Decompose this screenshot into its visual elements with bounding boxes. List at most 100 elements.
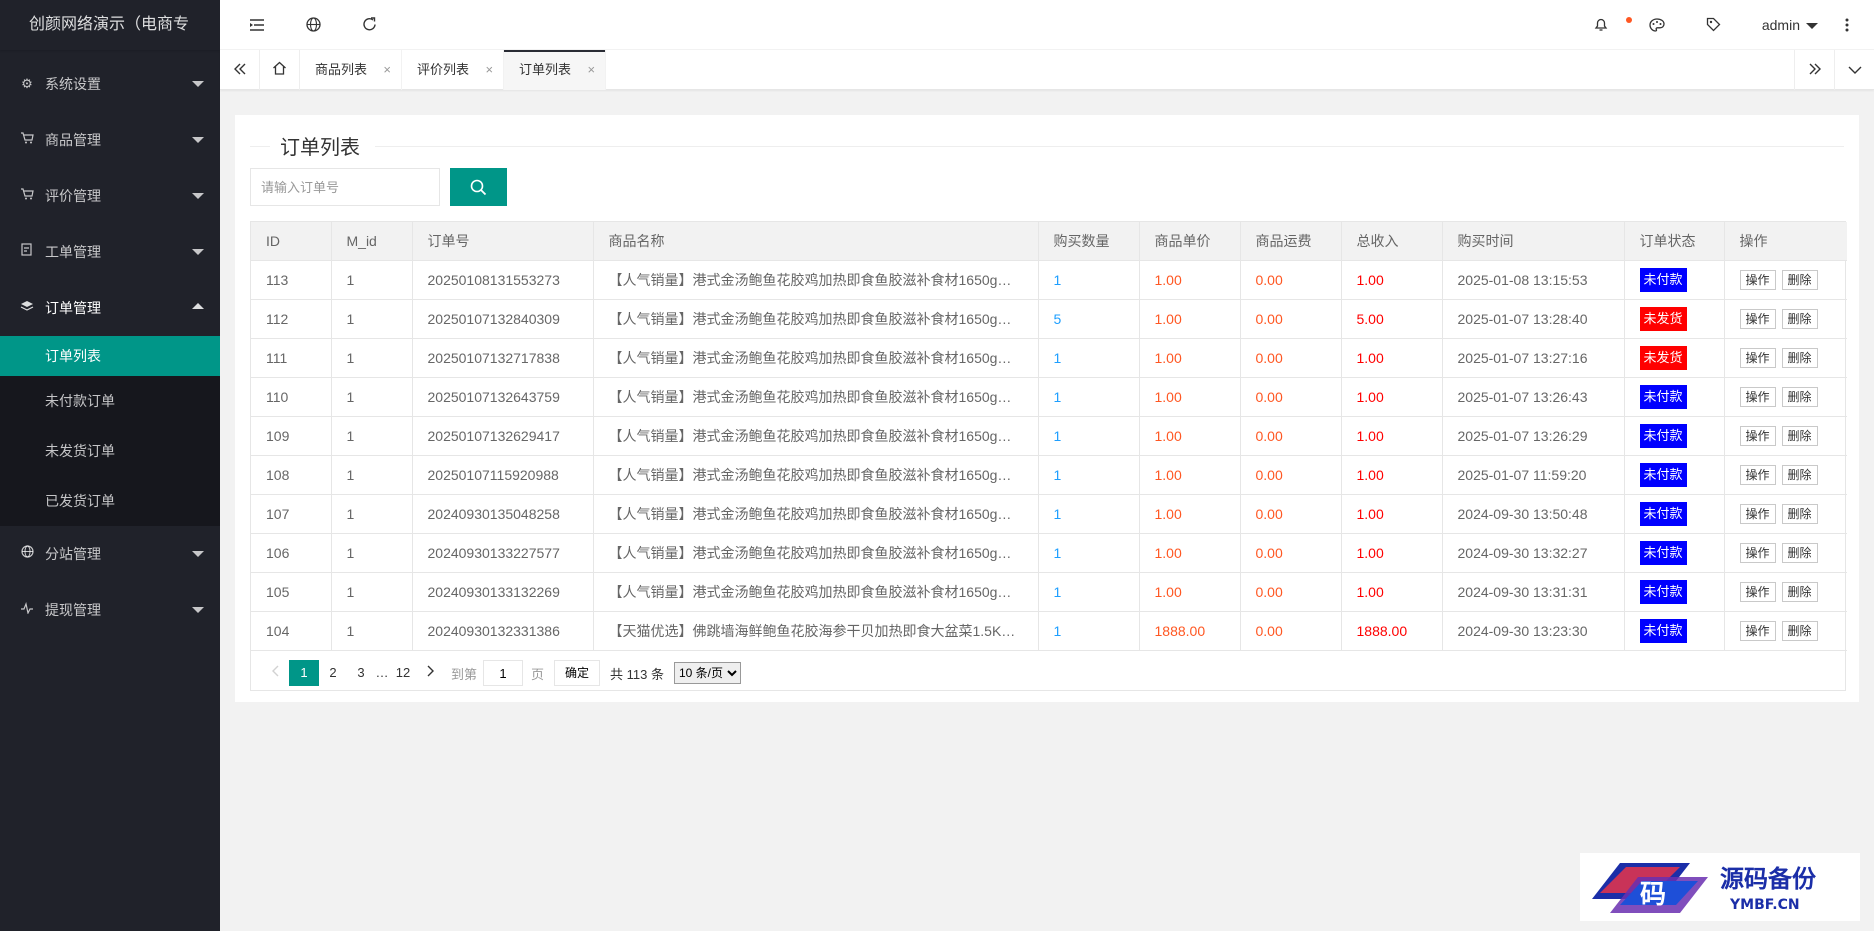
watermark-site: YMBF.CN (1729, 897, 1800, 913)
subnav-unpaid-orders[interactable]: 未付款订单 (0, 376, 220, 426)
watermark-title: 源码备份 (1720, 865, 1817, 893)
sidebar-item-substation-management[interactable]: 分站管理 (0, 526, 220, 582)
top-header: admin (220, 0, 1874, 50)
layers-icon (19, 280, 35, 336)
delete-button[interactable]: 删除 (1781, 308, 1818, 329)
delete-button[interactable]: 删除 (1781, 347, 1818, 368)
edit-button[interactable]: 操作 (1739, 620, 1776, 641)
table-row[interactable]: 110 1 20250107132643759 【人气销量】港式金汤鲍鱼花胶鸡加热即食… (251, 377, 1847, 417)
subnav-order-list[interactable]: 订单列表 (0, 336, 220, 376)
palette-icon[interactable] (1642, 0, 1672, 50)
tag-icon[interactable] (1698, 0, 1728, 50)
prev-page-icon[interactable] (261, 660, 289, 686)
tab-product-list[interactable]: 商品列表 × (300, 50, 403, 90)
close-icon[interactable]: × (587, 50, 595, 90)
table-header-row: ID M_id 订单号 商品名称 购买数量 商品单价 商品运费 总收入 购买时间 订单状态 操作 (251, 222, 1847, 261)
delete-button[interactable]: 删除 (1781, 464, 1818, 485)
search-button[interactable] (450, 168, 507, 206)
cell-actions: 操作 删除 (1724, 416, 1847, 456)
edit-button[interactable]: 操作 (1739, 308, 1776, 329)
tab-review-list[interactable]: 评价列表 × (402, 50, 505, 90)
cell-status: 未付款 (1624, 416, 1725, 456)
cell-time: 2024-09-30 13:31:31 (1442, 572, 1625, 612)
refresh-icon[interactable] (354, 0, 384, 50)
page-size-select[interactable]: 10 条/页 (674, 662, 741, 684)
delete-button[interactable]: 删除 (1781, 386, 1818, 407)
edit-button[interactable]: 操作 (1739, 503, 1776, 524)
sidebar-item-review-management[interactable]: 评价管理 (0, 168, 220, 224)
edit-button[interactable]: 操作 (1739, 425, 1776, 446)
edit-button[interactable]: 操作 (1739, 347, 1776, 368)
delete-button[interactable]: 删除 (1781, 542, 1818, 563)
page-2[interactable]: 2 (319, 660, 347, 686)
next-page-icon[interactable] (417, 660, 445, 686)
page-12[interactable]: 12 (389, 660, 417, 686)
chevron-down-icon (192, 249, 204, 255)
order-number-search-input[interactable] (250, 168, 440, 206)
table-row[interactable]: 107 1 20240930135048258 【人气销量】港式金汤鲍鱼花胶鸡加热即食… (251, 494, 1847, 534)
table-row[interactable]: 112 1 20250107132840309 【人气销量】港式金汤鲍鱼花胶鸡加热即食… (251, 299, 1847, 339)
cell-total: 1.00 (1341, 494, 1443, 534)
table-row[interactable]: 111 1 20250107132717838 【人气销量】港式金汤鲍鱼花胶鸡加热即食… (251, 338, 1847, 378)
subnav-unshipped-orders[interactable]: 未发货订单 (0, 426, 220, 476)
sidebar-item-product-management[interactable]: 商品管理 (0, 112, 220, 168)
table-row[interactable]: 106 1 20240930133227577 【人气销量】港式金汤鲍鱼花胶鸡加热即食… (251, 533, 1847, 573)
edit-button[interactable]: 操作 (1739, 269, 1776, 290)
column-header: ID (251, 222, 332, 261)
subnav-shipped-orders[interactable]: 已发货订单 (0, 476, 220, 526)
table-row[interactable]: 113 1 20250108131553273 【人气销量】港式金汤鲍鱼花胶鸡加热即食… (251, 260, 1847, 300)
cell-price: 1.00 (1139, 416, 1241, 456)
bell-icon[interactable] (1586, 0, 1616, 50)
column-header: 商品运费 (1240, 222, 1342, 261)
table-row[interactable]: 109 1 20250107132629417 【人气销量】港式金汤鲍鱼花胶鸡加热即食… (251, 416, 1847, 456)
content-card: 订单列表 IDM_id订单号商品名称购买数量商品单价商品运费总收入购买时间订单状… (235, 115, 1859, 702)
cell-mid: 1 (331, 377, 413, 417)
watermark-glyph: 码 (1640, 880, 1666, 910)
globe-icon[interactable] (298, 0, 328, 50)
sidebar-item-withdraw-management[interactable]: 提现管理 (0, 582, 220, 638)
edit-button[interactable]: 操作 (1739, 542, 1776, 563)
goto-page-input[interactable] (483, 660, 524, 686)
cell-qty: 1 (1038, 455, 1140, 495)
tabs-menu-chevron-down-icon[interactable] (1834, 50, 1874, 90)
delete-button[interactable]: 删除 (1781, 503, 1818, 524)
tabs-scroll-left-icon[interactable] (220, 50, 260, 90)
table-row[interactable]: 105 1 20240930133132269 【人气销量】港式金汤鲍鱼花胶鸡加热即食… (251, 572, 1847, 612)
more-vertical-icon[interactable] (1832, 0, 1862, 50)
cell-total: 1.00 (1341, 377, 1443, 417)
edit-button[interactable]: 操作 (1739, 581, 1776, 602)
order-subnav: 订单列表 未付款订单 未发货订单 已发货订单 (0, 336, 220, 526)
page-3[interactable]: 3 (347, 660, 375, 686)
cell-time: 2024-09-30 13:50:48 (1442, 494, 1625, 534)
home-icon[interactable] (260, 50, 300, 90)
sidebar: 创颜网络演示（电商专 ⚙ 系统设置 商品管理 评价管理 工单管理 订单管理 订单… (0, 0, 220, 931)
cell-time: 2024-09-30 13:32:27 (1442, 533, 1625, 573)
tabs-scroll-right-icon[interactable] (1794, 50, 1834, 90)
tab-order-list[interactable]: 订单列表 × (504, 50, 607, 90)
edit-button[interactable]: 操作 (1739, 386, 1776, 407)
sidebar-item-system-settings[interactable]: ⚙ 系统设置 (0, 56, 220, 112)
table-row[interactable]: 108 1 20250107115920988 【人气销量】港式金汤鲍鱼花胶鸡加热即食… (251, 455, 1847, 495)
user-menu[interactable]: admin (1762, 0, 1818, 50)
menu-toggle-icon[interactable] (242, 0, 272, 50)
close-icon[interactable]: × (383, 50, 391, 90)
edit-button[interactable]: 操作 (1739, 464, 1776, 485)
close-icon[interactable]: × (485, 50, 493, 90)
cell-shipping: 0.00 (1240, 260, 1342, 300)
pagination: 1 2 3 … 12 到第 页 确定 共 113 条 10 条/页 (251, 655, 1845, 691)
cell-id: 110 (251, 377, 332, 417)
delete-button[interactable]: 删除 (1781, 269, 1818, 290)
page-1[interactable]: 1 (289, 660, 319, 686)
table-row[interactable]: 104 1 20240930132331386 【天猫优选】佛跳墙海鲜鲍鱼花胶海参干贝… (251, 611, 1847, 651)
cell-order-no: 20240930132331386 (412, 611, 594, 651)
delete-button[interactable]: 删除 (1781, 620, 1818, 641)
pulse-icon (19, 582, 35, 638)
status-badge: 未付款 (1639, 384, 1687, 409)
delete-button[interactable]: 删除 (1781, 425, 1818, 446)
goto-confirm-button[interactable]: 确定 (554, 660, 601, 686)
tabs-bar: 商品列表 × 评价列表 × 订单列表 × (220, 50, 1874, 90)
delete-button[interactable]: 删除 (1781, 581, 1818, 602)
sidebar-item-ticket-management[interactable]: 工单管理 (0, 224, 220, 280)
cell-status: 未付款 (1624, 533, 1725, 573)
sidebar-item-order-management[interactable]: 订单管理 (0, 280, 220, 336)
